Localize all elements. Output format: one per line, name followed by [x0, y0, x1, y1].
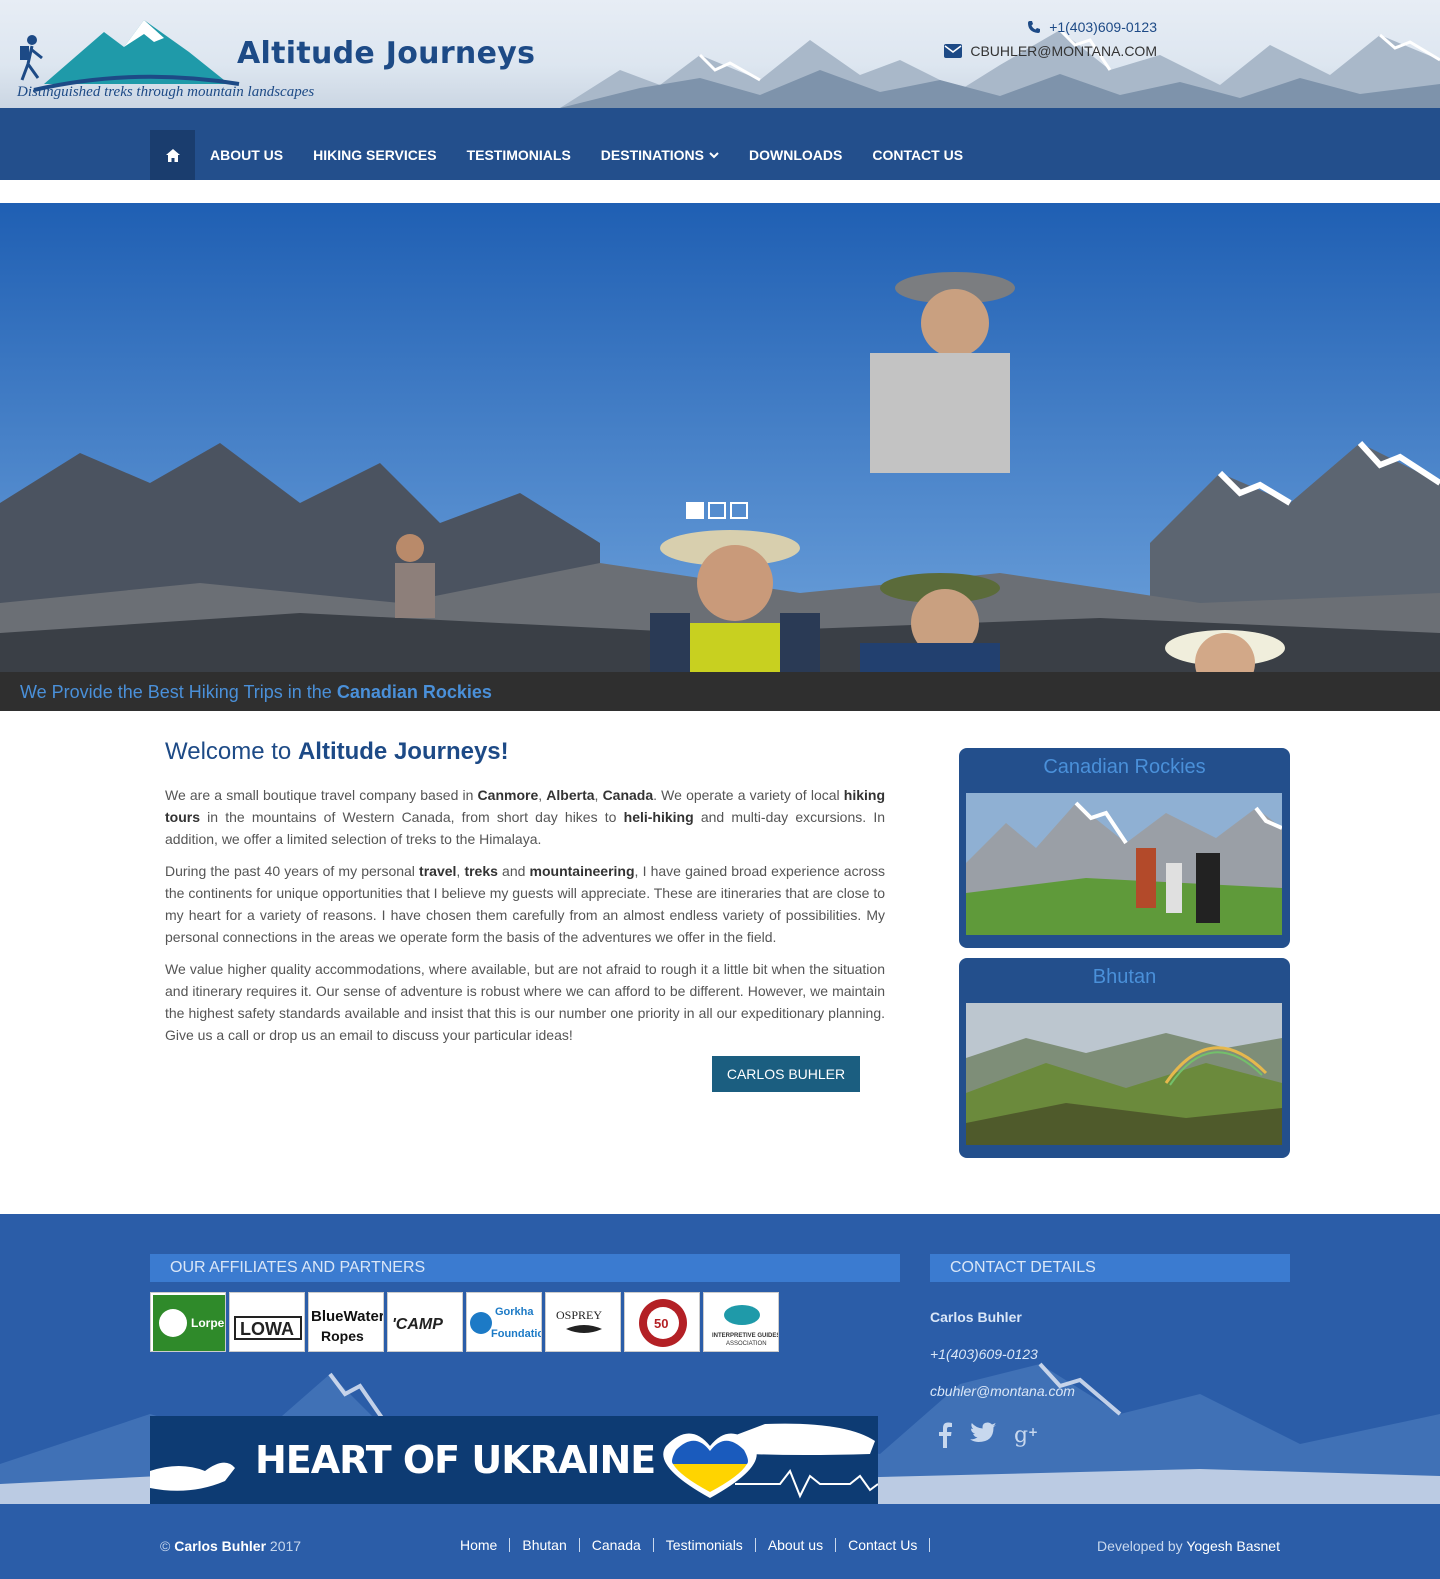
svg-text:Foundation: Foundation: [491, 1328, 542, 1340]
slider-dot-2[interactable]: [708, 502, 726, 519]
hero-image-hikers: [0, 203, 1440, 673]
contact-phone[interactable]: +1(403)609-0123: [930, 1346, 1038, 1362]
destination-card-title[interactable]: Canadian Rockies: [959, 756, 1290, 779]
heart-of-ukraine-banner[interactable]: HEART OF UKRAINE: [150, 1416, 878, 1504]
header-contact: +1(403)609-0123 CBUHLER@MONTANA.COM: [944, 15, 1157, 63]
ukraine-banner-title: HEART OF UKRAINE: [255, 1438, 656, 1482]
bottom-footer: © Carlos Buhler 2017 Home Bhutan Canada …: [0, 1504, 1440, 1579]
destination-card-title[interactable]: Bhutan: [959, 966, 1290, 989]
copyright: © Carlos Buhler 2017: [160, 1538, 302, 1554]
site-header: Altitude Journeys Distinguished treks th…: [0, 0, 1440, 108]
header-email-row[interactable]: CBUHLER@MONTANA.COM: [944, 39, 1157, 63]
footer-links: Home Bhutan Canada Testimonials About us…: [460, 1538, 931, 1552]
footer-widgets: Our Affiliates and Partners Lorpen LOWA …: [0, 1214, 1440, 1504]
nav-hiking-services[interactable]: Hiking Services: [298, 130, 451, 180]
twitter-icon[interactable]: [970, 1422, 996, 1444]
svg-text:Ropes: Ropes: [321, 1328, 364, 1344]
contact-details-heading: Contact Details: [930, 1254, 1290, 1282]
svg-text:BlueWater: BlueWater: [311, 1308, 384, 1325]
welcome-heading-prefix: Welcome to: [165, 738, 292, 765]
slider-caption-text: We Provide the Best Hiking Trips in the: [20, 682, 332, 702]
phone-icon: [1028, 21, 1041, 33]
slider-caption-highlight: Canadian Rockies: [336, 682, 492, 702]
footer-link-about-us[interactable]: About us: [756, 1538, 837, 1552]
svg-text:Lorpen: Lorpen: [191, 1316, 226, 1330]
canadian-rockies-image[interactable]: [966, 793, 1282, 935]
footer-link-bhutan[interactable]: Bhutan: [510, 1538, 580, 1552]
brand-name: Altitude Journeys: [237, 36, 536, 71]
welcome-paragraph-1: We are a small boutique travel company b…: [165, 787, 886, 847]
affiliate-logo-camp[interactable]: 'CAMP: [387, 1292, 463, 1352]
chevron-down-icon: [709, 152, 719, 159]
slider-dot-1[interactable]: [686, 502, 704, 519]
nav-destinations[interactable]: Destinations: [586, 130, 734, 180]
footer-link-testimonials[interactable]: Testimonials: [654, 1538, 756, 1552]
svg-text:'CAMP: 'CAMP: [392, 1316, 443, 1333]
affiliate-logo-lowa[interactable]: LOWA: [229, 1292, 305, 1352]
envelope-icon: [944, 44, 963, 58]
nav-home[interactable]: [150, 130, 195, 180]
home-icon: [165, 148, 180, 162]
slider-caption: We Provide the Best Hiking Trips in the …: [0, 672, 1440, 711]
developer-name[interactable]: Yogesh Basnet: [1186, 1538, 1280, 1554]
affiliate-logo-interpretive-guides[interactable]: INTERPRETIVE GUIDES ASSOCIATION: [703, 1292, 779, 1352]
svg-text:OSPREY: OSPREY: [556, 1308, 602, 1322]
svg-text:LOWA: LOWA: [240, 1319, 294, 1339]
footer-link-contact-us[interactable]: Contact Us: [836, 1538, 931, 1552]
svg-text:g: g: [1014, 1423, 1028, 1448]
affiliates-heading: Our Affiliates and Partners: [150, 1254, 900, 1282]
facebook-icon[interactable]: [938, 1422, 952, 1448]
svg-text:ASSOCIATION: ASSOCIATION: [726, 1341, 767, 1347]
header-phone[interactable]: +1(403)609-0123: [1049, 15, 1157, 39]
hero-slider[interactable]: We Provide the Best Hiking Trips in the …: [0, 203, 1440, 711]
footer-link-home[interactable]: Home: [460, 1538, 511, 1552]
svg-text:+: +: [1028, 1425, 1038, 1439]
contact-name: Carlos Buhler: [930, 1309, 1022, 1325]
welcome-paragraph-2: During the past 40 years of my personal …: [165, 863, 886, 945]
affiliate-logo-bluewater[interactable]: BlueWater Ropes: [308, 1292, 384, 1352]
footer-link-canada[interactable]: Canada: [580, 1538, 654, 1552]
google-plus-icon[interactable]: g +: [1014, 1422, 1040, 1448]
affiliate-logo-acmg-50[interactable]: 50: [624, 1292, 700, 1352]
affiliate-logo-gorkha[interactable]: Gorkha Foundation: [466, 1292, 542, 1352]
bhutan-image[interactable]: [966, 1003, 1282, 1145]
destination-card-canadian-rockies[interactable]: Canadian Rockies: [959, 748, 1290, 948]
nav-about-us[interactable]: About Us: [195, 130, 298, 180]
welcome-section: Welcome to Altitude Journeys! We are a s…: [165, 738, 885, 1098]
welcome-paragraph-3: We value higher quality accommodations, …: [165, 961, 885, 1043]
nav-destinations-label: Destinations: [600, 147, 704, 163]
welcome-heading: Welcome to Altitude Journeys!: [165, 738, 885, 766]
svg-text:Gorkha: Gorkha: [495, 1306, 534, 1318]
affiliate-logos: Lorpen LOWA BlueWater Ropes 'CAMP Gorkha F…: [150, 1292, 779, 1352]
contact-email[interactable]: cbuhler@montana.com: [930, 1383, 1075, 1399]
svg-text:50: 50: [654, 1316, 668, 1331]
brand-tagline: Distinguished treks through mountain lan…: [17, 84, 315, 100]
site-logo[interactable]: Altitude Journeys Distinguished treks th…: [14, 12, 544, 104]
slider-dot-3[interactable]: [730, 502, 748, 519]
nav-testimonials[interactable]: Testimonials: [452, 130, 586, 180]
header-email[interactable]: CBUHLER@MONTANA.COM: [970, 39, 1157, 63]
destination-card-bhutan[interactable]: Bhutan: [959, 958, 1290, 1158]
social-links: g +: [938, 1422, 1040, 1448]
header-phone-row[interactable]: +1(403)609-0123: [944, 15, 1157, 39]
carlos-buhler-button[interactable]: Carlos Buhler: [712, 1056, 860, 1092]
affiliate-logo-lorpen[interactable]: Lorpen: [150, 1292, 226, 1352]
nav-contact-us[interactable]: Contact Us: [857, 130, 978, 180]
developer-credit: Developed by Yogesh Basnet: [1097, 1538, 1280, 1554]
svg-text:INTERPRETIVE GUIDES: INTERPRETIVE GUIDES: [712, 1333, 779, 1339]
welcome-heading-highlight: Altitude Journeys!: [297, 738, 509, 765]
affiliate-logo-osprey[interactable]: OSPREY: [545, 1292, 621, 1352]
copyright-name[interactable]: Carlos Buhler: [174, 1538, 266, 1554]
main-navigation: About Us Hiking Services Testimonials De…: [0, 108, 1440, 180]
slider-pagination[interactable]: [686, 502, 748, 519]
nav-downloads[interactable]: Downloads: [734, 130, 857, 180]
